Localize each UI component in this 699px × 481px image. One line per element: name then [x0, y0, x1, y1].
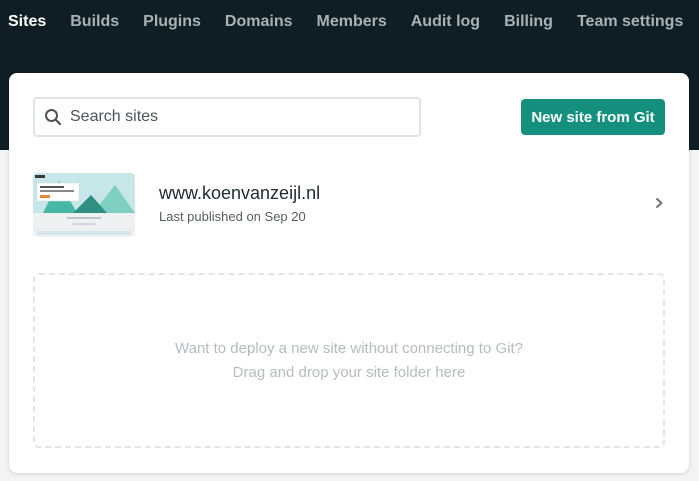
search-icon — [45, 109, 62, 126]
site-screenshot — [33, 173, 135, 237]
site-last-published: Last published on Sep 20 — [159, 209, 306, 224]
team-nav: Sites Builds Plugins Domains Members Aud… — [8, 12, 699, 32]
site-row[interactable]: www.koenvanzeijl.nl Last published on Se… — [9, 167, 689, 249]
dropzone-instruction: Drag and drop your site folder here — [232, 363, 466, 381]
deploy-dropzone[interactable]: Want to deploy a new site without connec… — [33, 273, 665, 448]
nav-item-billing[interactable]: Billing — [504, 13, 553, 31]
site-screenshot-image — [33, 173, 135, 237]
chevron-right-icon — [656, 198, 663, 208]
search-input[interactable] — [70, 102, 419, 132]
nav-item-members[interactable]: Members — [317, 13, 387, 31]
nav-item-builds[interactable]: Builds — [70, 13, 119, 31]
nav-item-plugins[interactable]: Plugins — [143, 13, 201, 31]
search-box[interactable] — [33, 97, 421, 137]
new-site-from-git-button[interactable]: New site from Git — [521, 99, 665, 135]
nav-item-team-settings[interactable]: Team settings — [577, 13, 683, 31]
nav-item-audit-log[interactable]: Audit log — [411, 13, 480, 31]
sites-card: New site from Git www.koenvanzeijl.nl La… — [9, 73, 689, 473]
site-name[interactable]: www.koenvanzeijl.nl — [159, 183, 320, 204]
nav-item-domains[interactable]: Domains — [225, 13, 293, 31]
nav-item-sites[interactable]: Sites — [8, 13, 46, 31]
dropzone-prompt: Want to deploy a new site without connec… — [175, 339, 523, 357]
